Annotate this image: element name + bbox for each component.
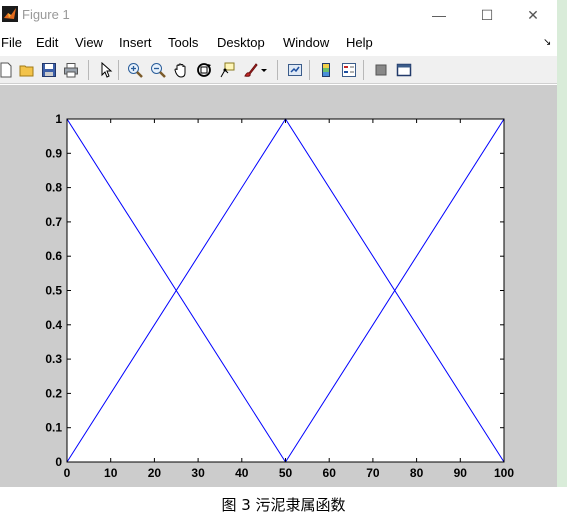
y-tick-label: 0.4 xyxy=(45,318,62,332)
y-tick-label: 0.5 xyxy=(45,284,62,298)
x-tick-label: 70 xyxy=(366,466,380,480)
y-tick-label: 0.6 xyxy=(45,249,62,263)
x-tick-label: 60 xyxy=(323,466,337,480)
chevron-down-icon xyxy=(261,68,267,72)
y-tick-label: 0.7 xyxy=(45,215,62,229)
save-button[interactable] xyxy=(39,60,58,79)
hide-plot-tools-icon xyxy=(375,64,386,75)
show-plot-tools-button[interactable] xyxy=(394,60,413,79)
matlab-logo-icon xyxy=(2,6,18,22)
link-plot-button[interactable] xyxy=(285,60,304,79)
window-border-strip xyxy=(557,0,567,487)
zoom-out-button[interactable] xyxy=(148,60,167,79)
y-tick-label: 1 xyxy=(55,112,62,126)
brush-icon xyxy=(243,62,258,77)
close-icon: ✕ xyxy=(527,7,539,23)
figure-window: Figure 1 — ☐ ✕ File Edit View Insert Too… xyxy=(0,0,557,487)
x-tick-label: 40 xyxy=(235,466,249,480)
y-tick-label: 0.2 xyxy=(45,386,62,400)
y-tick-label: 0.3 xyxy=(45,352,62,366)
y-tick-label: 0.8 xyxy=(45,181,62,195)
link-plot-icon xyxy=(287,63,302,76)
brush-button[interactable] xyxy=(240,60,259,79)
x-tick-label: 80 xyxy=(410,466,424,480)
open-file-button[interactable] xyxy=(17,60,36,79)
x-tick-label: 20 xyxy=(148,466,162,480)
rotate-3d-button[interactable] xyxy=(194,60,213,79)
menu-desktop[interactable]: Desktop xyxy=(217,35,265,50)
brush-dropdown[interactable] xyxy=(258,60,270,79)
x-tick-label: 90 xyxy=(454,466,468,480)
maximize-button[interactable]: ☐ xyxy=(472,4,502,26)
toolbar-separator xyxy=(118,60,119,80)
edit-plot-arrow-icon xyxy=(101,61,112,78)
y-tick-label: 0.9 xyxy=(45,146,62,160)
menu-file[interactable]: File xyxy=(1,35,22,50)
close-button[interactable]: ✕ xyxy=(518,4,548,26)
save-icon xyxy=(41,62,56,77)
title-bar[interactable]: Figure 1 — ☐ ✕ xyxy=(0,0,557,30)
figure-caption: 图 3 污泥隶属函数 xyxy=(221,496,346,514)
new-figure-icon xyxy=(0,62,11,77)
x-tick-label: 0 xyxy=(64,466,71,480)
maximize-icon: ☐ xyxy=(480,7,494,23)
print-button[interactable] xyxy=(61,60,80,79)
open-file-icon xyxy=(19,65,33,76)
x-tick-label: 10 xyxy=(104,466,118,480)
colorbar-icon xyxy=(321,62,330,77)
menu-help[interactable]: Help xyxy=(346,35,373,50)
legend-icon xyxy=(341,62,356,77)
menu-insert[interactable]: Insert xyxy=(119,35,152,50)
data-cursor-button[interactable] xyxy=(217,60,236,79)
print-icon xyxy=(63,62,78,77)
x-tick-label: 50 xyxy=(279,466,293,480)
edit-plot-button[interactable] xyxy=(96,60,115,79)
toolbar-separator xyxy=(363,60,364,80)
pan-button[interactable] xyxy=(171,60,190,79)
figure-toolbar xyxy=(0,56,557,84)
y-tick-label: 0 xyxy=(55,455,62,469)
pan-hand-icon xyxy=(173,63,185,78)
toolbar-separator xyxy=(309,60,310,80)
y-tick-label: 0.1 xyxy=(45,421,62,435)
legend-button[interactable] xyxy=(339,60,358,79)
toolbar-separator xyxy=(277,60,278,80)
menu-window[interactable]: Window xyxy=(283,35,329,50)
dock-arrow-icon[interactable]: ↘ xyxy=(543,37,551,48)
x-tick-label: 30 xyxy=(191,466,205,480)
menu-view[interactable]: View xyxy=(75,35,103,50)
new-figure-button[interactable] xyxy=(0,60,15,79)
minimize-icon: — xyxy=(432,7,446,23)
zoom-in-button[interactable] xyxy=(125,60,144,79)
show-plot-tools-icon xyxy=(396,63,411,76)
toolbar-separator xyxy=(88,60,89,80)
data-cursor-icon xyxy=(220,62,234,77)
line-chart: 0 10 20 30 40 50 60 70 80 90 100 0 0.1 0.2 0.3 0.4 0.5 0.… xyxy=(45,112,514,480)
zoom-out-icon xyxy=(150,62,166,78)
menu-edit[interactable]: Edit xyxy=(36,35,58,50)
zoom-in-icon xyxy=(127,62,143,78)
minimize-button[interactable]: — xyxy=(424,4,454,26)
x-tick-label: 100 xyxy=(494,466,514,480)
colorbar-button[interactable] xyxy=(316,60,335,79)
rotate-3d-icon xyxy=(196,62,211,77)
hide-plot-tools-button[interactable] xyxy=(371,60,390,79)
menu-bar: File Edit View Insert Tools Desktop Wind… xyxy=(0,32,557,54)
menu-tools[interactable]: Tools xyxy=(168,35,198,50)
window-title: Figure 1 xyxy=(22,7,70,22)
figure-canvas[interactable]: 0 10 20 30 40 50 60 70 80 90 100 0 0.1 0.2 0.3 0.4 0.5 0.… xyxy=(0,85,557,487)
plot-area xyxy=(67,119,504,462)
